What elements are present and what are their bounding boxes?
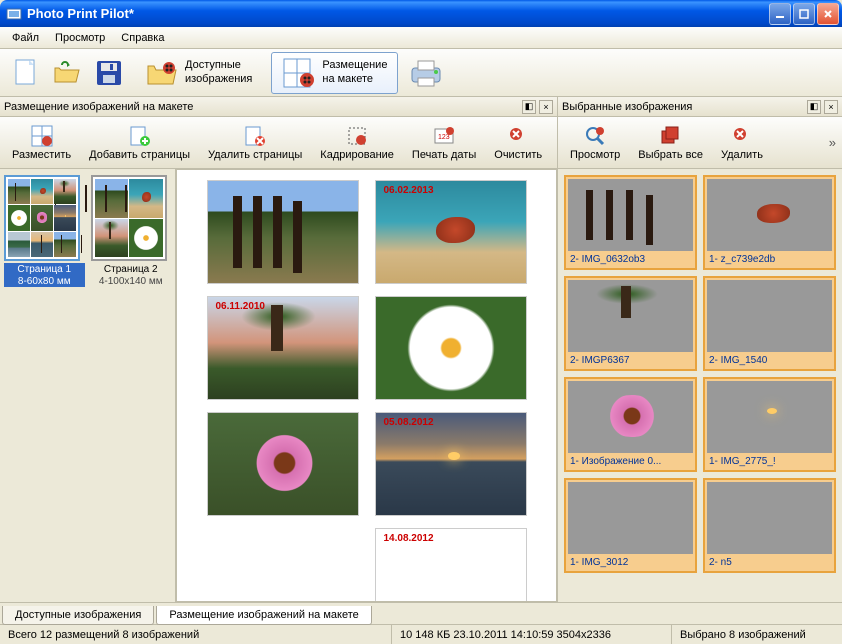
available-images-label: Доступные изображения bbox=[185, 59, 252, 85]
layout-placement-label: Размещение на макете bbox=[322, 59, 387, 85]
selected-image-item[interactable]: 1- z_c739e2db bbox=[703, 175, 836, 270]
layout-slot[interactable]: 14.08.2012 bbox=[375, 528, 527, 602]
app-icon bbox=[6, 6, 22, 22]
right-panel-header: Выбранные изображения ◧ × bbox=[558, 97, 842, 117]
layout-slot[interactable]: 06.02.2013 bbox=[375, 180, 527, 284]
bottom-tabs: Доступные изображения Размещение изображ… bbox=[0, 602, 842, 624]
place-button[interactable]: Разместить bbox=[6, 123, 77, 163]
crop-button[interactable]: Кадрирование bbox=[314, 123, 400, 163]
layout-slot[interactable] bbox=[375, 296, 527, 400]
left-panel-title: Размещение изображений на макете bbox=[4, 101, 193, 113]
left-panel-header: Размещение изображений на макете ◧ × bbox=[0, 97, 557, 117]
right-panel-toolbar: Просмотр Выбрать все Удалить » bbox=[558, 117, 842, 169]
layout-slot[interactable] bbox=[207, 180, 359, 284]
menu-view[interactable]: Просмотр bbox=[47, 29, 113, 47]
select-all-button[interactable]: Выбрать все bbox=[632, 123, 709, 163]
save-button[interactable] bbox=[92, 56, 126, 90]
print-button[interactable] bbox=[406, 56, 446, 90]
layout-slot[interactable]: 06.11.2010 bbox=[207, 296, 359, 400]
delete-pages-button[interactable]: Удалить страницы bbox=[202, 123, 308, 163]
open-button[interactable] bbox=[50, 56, 84, 90]
selected-image-item[interactable]: 2- IMGP6367 bbox=[564, 276, 697, 371]
selected-image-item[interactable]: 1- IMG_2775_! bbox=[703, 377, 836, 472]
window-title: Photo Print Pilot* bbox=[27, 6, 134, 21]
layout-slot[interactable]: 05.08.2012 bbox=[375, 412, 527, 516]
status-right: Выбрано 8 изображений bbox=[672, 625, 842, 644]
overflow-icon[interactable]: » bbox=[829, 135, 836, 150]
clear-button[interactable]: Очистить bbox=[488, 123, 548, 163]
selected-image-item[interactable]: 2- n5 bbox=[703, 478, 836, 573]
left-panel-close-button[interactable]: × bbox=[539, 100, 553, 114]
selected-images-area: 2- IMG_0632ob31- z_c739e2db2- IMGP63672-… bbox=[558, 169, 842, 602]
tab-available-images[interactable]: Доступные изображения bbox=[2, 606, 154, 625]
selected-image-item[interactable]: 2- IMG_0632ob3 bbox=[564, 175, 697, 270]
new-button[interactable] bbox=[8, 56, 42, 90]
selected-image-item[interactable]: 1- IMG_3012 bbox=[564, 478, 697, 573]
layout-placement-button[interactable]: Размещение на макете bbox=[271, 52, 398, 94]
delete-selected-button[interactable]: Удалить bbox=[715, 123, 769, 163]
status-mid: 10 148 КБ 23.10.2011 14:10:59 3504x2336 bbox=[392, 625, 672, 644]
right-panel-close-button[interactable]: × bbox=[824, 100, 838, 114]
right-panel-title: Выбранные изображения bbox=[562, 101, 692, 113]
close-button[interactable] bbox=[817, 3, 839, 25]
view-button[interactable]: Просмотр bbox=[564, 123, 626, 163]
layout-slot[interactable] bbox=[207, 412, 359, 516]
selected-image-item[interactable]: 2- IMG_1540 bbox=[703, 276, 836, 371]
menu-file[interactable]: Файл bbox=[4, 29, 47, 47]
tab-layout-placement[interactable]: Размещение изображений на макете bbox=[156, 606, 371, 625]
status-left: Всего 12 размещений 8 изображений bbox=[0, 625, 392, 644]
selected-image-item[interactable]: 1- Изображение 0... bbox=[564, 377, 697, 472]
layout-canvas[interactable]: 06.02.201306.11.201005.08.2012 14.08.2012 bbox=[176, 169, 557, 602]
titlebar: Photo Print Pilot* bbox=[0, 0, 842, 27]
maximize-button[interactable] bbox=[793, 3, 815, 25]
menubar: Файл Просмотр Справка bbox=[0, 27, 842, 49]
print-date-button[interactable]: 123Печать даты bbox=[406, 123, 482, 163]
minimize-button[interactable] bbox=[769, 3, 791, 25]
statusbar: Всего 12 размещений 8 изображений 10 148… bbox=[0, 624, 842, 644]
add-pages-button[interactable]: Добавить страницы bbox=[83, 123, 196, 163]
main-toolbar: Доступные изображения Размещение на маке… bbox=[0, 49, 842, 97]
left-panel-float-button[interactable]: ◧ bbox=[522, 100, 536, 114]
left-panel-toolbar: Разместить Добавить страницы Удалить стр… bbox=[0, 117, 557, 169]
available-images-button[interactable]: Доступные изображения bbox=[134, 53, 263, 93]
page-thumb[interactable]: Страница 24-100x140 мм bbox=[91, 175, 172, 596]
page-thumb[interactable]: Страница 18-60x80 мм bbox=[4, 175, 85, 596]
right-panel-float-button[interactable]: ◧ bbox=[807, 100, 821, 114]
svg-text:123: 123 bbox=[438, 134, 450, 141]
pages-list: Страница 18-60x80 ммСтраница 24-100x140 … bbox=[0, 169, 176, 602]
menu-help[interactable]: Справка bbox=[113, 29, 172, 47]
